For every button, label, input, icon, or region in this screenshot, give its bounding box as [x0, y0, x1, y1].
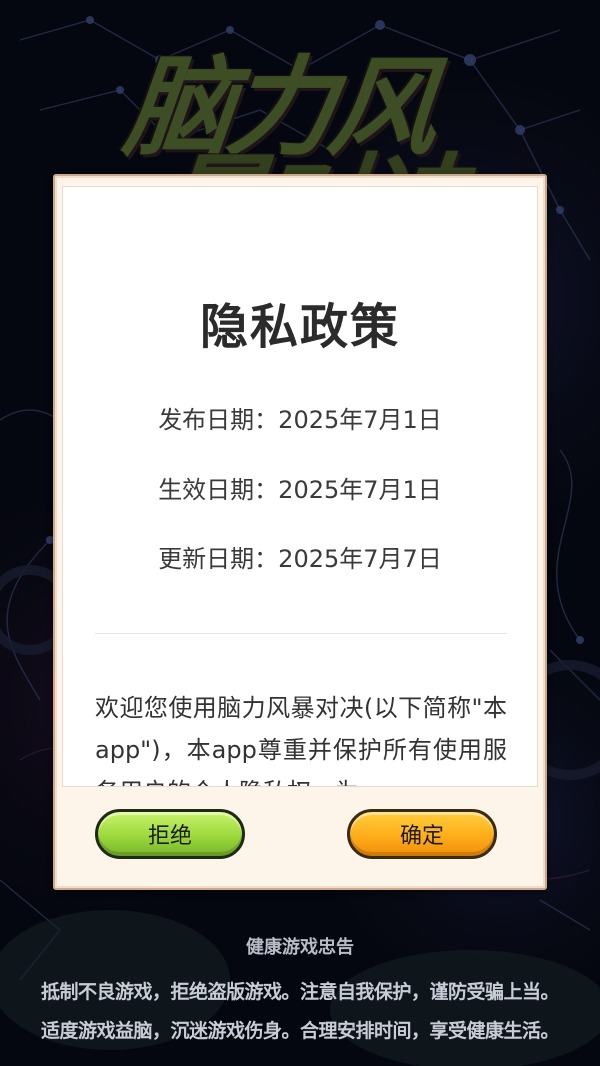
- confirm-button-label: 确定: [399, 824, 444, 849]
- reject-button[interactable]: 拒绝: [95, 809, 245, 859]
- effective-date: 生效日期：2025年7月1日: [158, 476, 442, 504]
- health-notice-title: 健康游戏忠告: [246, 937, 354, 958]
- published-date: 发布日期：2025年7月1日: [158, 406, 442, 434]
- confirm-button[interactable]: 确定: [347, 809, 497, 859]
- privacy-policy-content[interactable]: 隐私政策 发布日期：2025年7月1日 生效日期：2025年7月1日 更新日期：…: [62, 186, 538, 787]
- app-screen: 脑力风 暴对决 隐私政策 发布日期：2025年7月1日 生效日期：2025年7月…: [0, 0, 600, 1066]
- health-notice-line: 适度游戏益脑，沉迷游戏伤身。合理安排时间，享受健康生活。: [40, 1020, 560, 1042]
- policy-intro-text: 欢迎您使用脑力风暴对决(以下简称"本app")，本app尊重并保护所有使用服务用…: [95, 694, 507, 786]
- reject-button-label: 拒绝: [147, 824, 192, 849]
- divider: [95, 633, 507, 634]
- health-notice-line: 抵制不良游戏，拒绝盗版游戏。注意自我保护，谨防受骗上当。: [40, 981, 560, 1003]
- privacy-policy-dialog: 隐私政策 发布日期：2025年7月1日 生效日期：2025年7月1日 更新日期：…: [53, 174, 547, 890]
- dialog-title: 隐私政策: [199, 299, 400, 355]
- updated-date: 更新日期：2025年7月7日: [158, 545, 442, 573]
- dialog-button-bar: 拒绝 确定: [55, 787, 545, 887]
